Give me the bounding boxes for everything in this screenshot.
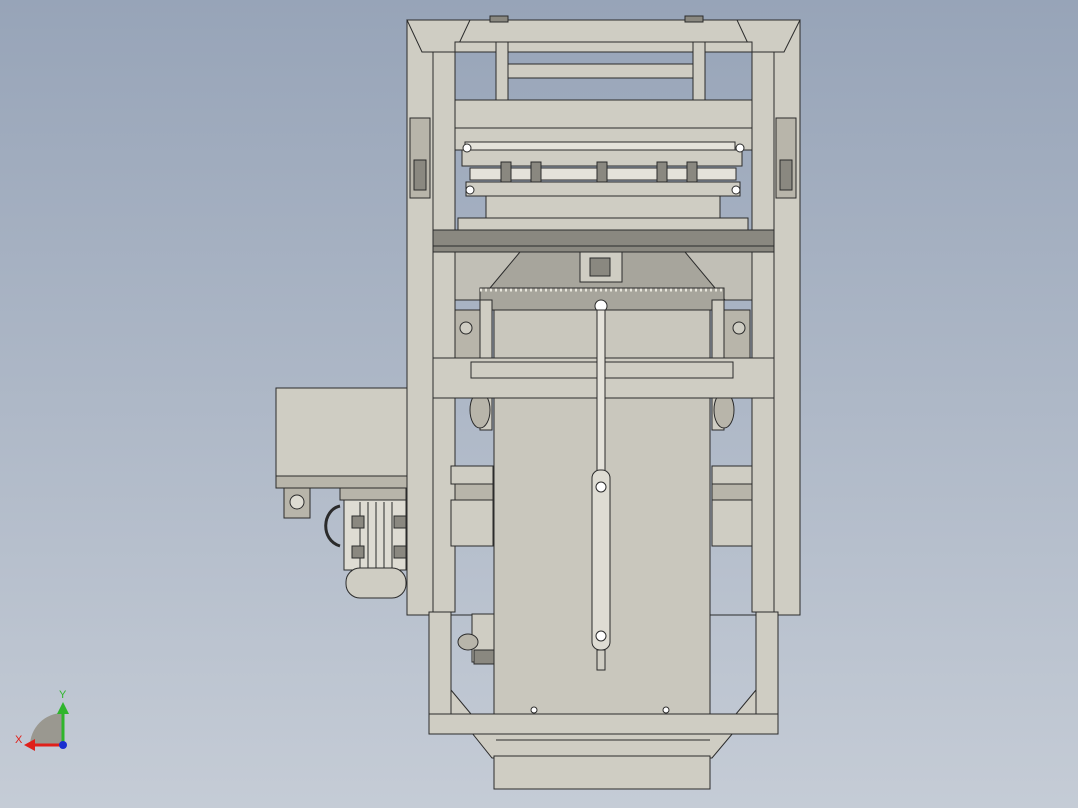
x-axis-label: X bbox=[15, 734, 23, 746]
y-axis-arrowhead bbox=[57, 702, 69, 714]
z-axis-dot bbox=[59, 741, 67, 749]
discharge-chute bbox=[470, 732, 735, 790]
cad-viewport[interactable]: Y X bbox=[0, 0, 1078, 808]
x-axis-arrowhead bbox=[24, 739, 35, 751]
coordinate-triad: Y X bbox=[15, 689, 69, 751]
lower-left-bracket bbox=[457, 613, 495, 665]
drive-motor bbox=[283, 487, 407, 599]
separator-band bbox=[432, 229, 775, 253]
upper-roller-mechanism bbox=[409, 117, 797, 231]
y-axis-label: Y bbox=[59, 689, 67, 701]
gearbox-housing bbox=[275, 387, 408, 489]
machine-assembly bbox=[275, 15, 801, 790]
hopper-funnel bbox=[454, 251, 753, 313]
